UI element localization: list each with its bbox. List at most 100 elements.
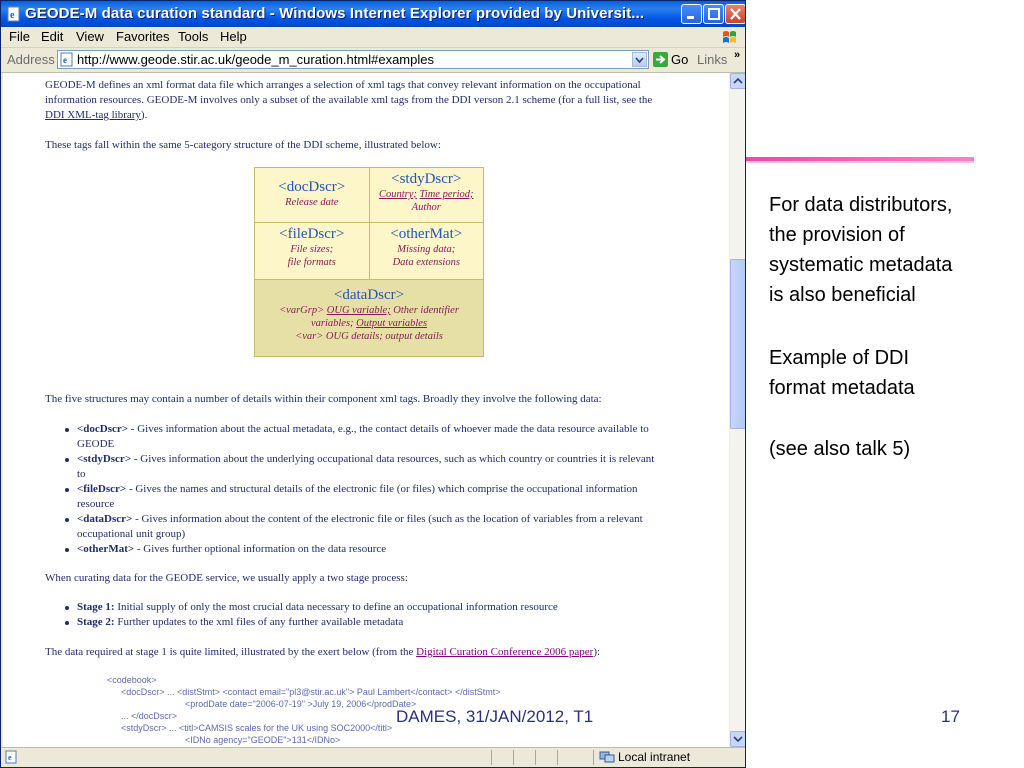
side-text-block-1: For data distributors, the provision of … <box>769 190 952 310</box>
menu-edit[interactable]: Edit <box>41 29 63 44</box>
close-icon <box>730 8 741 20</box>
intranet-zone-icon <box>599 751 615 763</box>
code-line: <prodDate date="2006-07-19" >July 19, 20… <box>185 699 417 709</box>
curating-sentence: When curating data for the GEODE service… <box>45 572 408 584</box>
side-text-line: systematic metadata <box>769 254 953 276</box>
code-line: <docDscr> ... <distStmt> <contact email=… <box>121 687 501 697</box>
stdydscr-cell: <stdyDscr> Country; Time period; Author <box>368 167 484 223</box>
go-button[interactable]: Go <box>671 52 688 67</box>
security-zone-label: Local intranet <box>618 750 691 764</box>
menu-tools[interactable]: Tools <box>178 29 208 44</box>
intro-line-1: GEODE-M defines an xml format data file … <box>45 79 641 91</box>
output-variables-link[interactable]: Output variables <box>356 318 427 329</box>
vargrp-text: <varGrp> <box>279 305 325 316</box>
datadscr-desc: <varGrp> OUG variable; Other identifier … <box>257 304 481 343</box>
list-item: Stage 1: Initial supply of only the most… <box>65 600 715 615</box>
docdscr-desc: Release date <box>285 197 339 208</box>
status-bar: e Local intranet <box>1 747 745 767</box>
menu-view[interactable]: View <box>76 29 104 44</box>
side-text-block-3: (see also talk 5) <box>769 438 911 460</box>
page-done-icon: e <box>5 750 17 764</box>
scroll-thumb[interactable] <box>730 259 745 429</box>
address-dropdown-button[interactable] <box>632 52 647 67</box>
filedscr-cell: <fileDscr> File sizes; file formats <box>254 222 370 280</box>
svg-text:e: e <box>8 753 12 762</box>
side-text-block-2: Example of DDI format metadata <box>769 343 915 403</box>
page-icon: e <box>60 52 73 67</box>
status-divider <box>513 750 514 765</box>
stages-list: Stage 1: Initial supply of only the most… <box>65 600 715 630</box>
address-url: http://www.geode.stir.ac.uk/geode_m_cura… <box>77 52 434 67</box>
status-divider <box>535 750 536 765</box>
slide-page-number: 17 <box>941 707 960 726</box>
oug-variable-link[interactable]: OUG variable; <box>327 305 391 316</box>
browser-window: e GEODE-M data curation standard - Windo… <box>0 0 746 768</box>
window-title: GEODE-M data curation standard - Windows… <box>25 5 645 22</box>
scroll-up-button[interactable] <box>730 73 745 89</box>
code-line: ... </docDscr> <box>121 711 178 721</box>
status-divider <box>557 750 558 765</box>
chevron-down-icon <box>635 57 644 64</box>
list-item: <dataDscr> - Gives information about the… <box>65 512 715 542</box>
vertical-scrollbar[interactable] <box>729 73 745 747</box>
stdydscr-author: Author <box>411 202 441 213</box>
stdydscr-desc: Country; Time period; Author <box>372 188 482 214</box>
datadscr-cell: <dataDscr> <varGrp> OUG variable; Other … <box>254 279 484 357</box>
othermat-desc: Missing data; Data extensions <box>372 243 482 269</box>
dcc-2006-paper-link[interactable]: Digital Curation Conference 2006 paper <box>416 646 593 658</box>
slide-footer: DAMES, 31/JAN/2012, T1 <box>396 707 594 726</box>
ddi-xml-tag-library-link[interactable]: DDI XML-tag library <box>45 109 141 121</box>
list-item: <otherMat> - Gives further optional info… <box>65 542 715 557</box>
status-divider <box>593 750 594 765</box>
side-text-line: the provision of <box>769 224 905 246</box>
accent-line-shadow <box>746 161 974 163</box>
side-text-line: For data distributors, <box>769 194 953 216</box>
svg-text:e: e <box>63 55 67 65</box>
code-line: <codebook> <box>107 675 157 685</box>
filedscr-name: <fileDscr> <box>279 226 345 242</box>
title-bar[interactable]: e GEODE-M data curation standard - Windo… <box>1 1 745 27</box>
ddi-structure-table: <docDscr> Release date <stdyDscr> Countr… <box>254 167 484 357</box>
links-chevron-icon[interactable]: » <box>734 49 740 61</box>
menu-favorites[interactable]: Favorites <box>116 29 169 44</box>
tags-sentence: These tags fall within the same 5-catego… <box>45 139 441 151</box>
list-item: <fileDscr> - Gives the names and structu… <box>65 482 715 512</box>
list-item: <docDscr> - Gives information about the … <box>65 422 715 452</box>
othermat-desc-line-2: Data extensions <box>392 257 460 268</box>
code-line: <stdyDscr> ... <titl>CAMSIS scales for t… <box>121 723 393 733</box>
filedscr-desc-line-1: File sizes; <box>290 244 334 255</box>
intro-end: ). <box>140 109 148 121</box>
minimize-button[interactable] <box>681 4 702 24</box>
intro-line-2: information resources. GEODE-M involves … <box>45 94 653 106</box>
go-arrow-icon[interactable] <box>653 52 668 67</box>
stdydscr-name: <stdyDscr> <box>391 171 462 187</box>
address-label: Address <box>7 52 55 67</box>
scroll-down-button[interactable] <box>730 731 745 747</box>
side-text-line: is also beneficial <box>769 284 916 306</box>
maximize-button[interactable] <box>703 4 724 24</box>
docdscr-name: <docDscr> <box>278 179 346 195</box>
menu-file[interactable]: File <box>9 29 30 44</box>
address-input[interactable]: e http://www.geode.stir.ac.uk/geode_m_cu… <box>57 50 649 69</box>
var-details-text: <var> OUG details; output details <box>295 331 443 342</box>
filedscr-desc: File sizes; file formats <box>257 243 367 269</box>
stage1-sentence: The data required at stage 1 is quite li… <box>45 645 600 660</box>
side-text-line: Example of DDI <box>769 347 910 369</box>
other-identifier-text: Other identifier <box>393 305 459 316</box>
othermat-cell: <otherMat> Missing data; Data extensions <box>368 222 484 280</box>
intro-paragraph: GEODE-M defines an xml format data file … <box>45 78 725 123</box>
close-button[interactable] <box>725 4 745 24</box>
menu-help[interactable]: Help <box>220 29 247 44</box>
links-button[interactable]: Links <box>697 52 727 67</box>
structures-sentence: The five structures may contain a number… <box>45 393 602 405</box>
maximize-icon <box>708 8 720 20</box>
svg-text:e: e <box>10 10 15 21</box>
side-text-line: format metadata <box>769 377 915 399</box>
chevron-up-icon <box>733 77 743 84</box>
address-bar: Address e http://www.geode.stir.ac.uk/ge… <box>1 48 745 73</box>
stage1-text: The data required at stage 1 is quite li… <box>45 646 417 658</box>
stage1-end: ): <box>593 646 601 658</box>
country-link[interactable]: Country; <box>379 189 417 200</box>
time-period-link[interactable]: Time period; <box>420 189 474 200</box>
windows-logo-icon <box>723 31 736 43</box>
